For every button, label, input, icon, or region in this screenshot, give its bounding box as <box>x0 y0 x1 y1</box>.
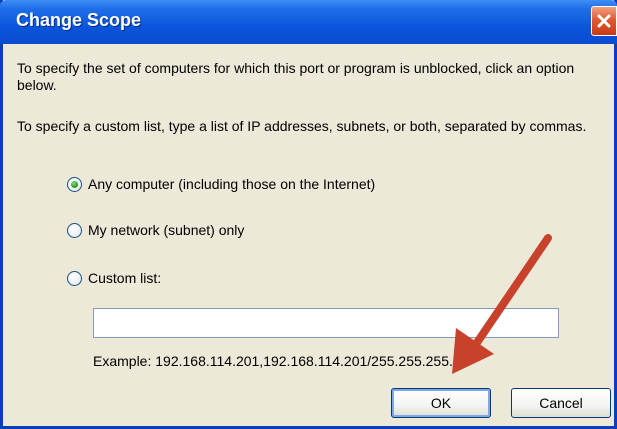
radio-custom-list[interactable]: Custom list: <box>67 268 161 288</box>
example-text: Example: 192.168.114.201,192.168.114.201… <box>93 353 461 369</box>
close-x-icon <box>597 14 611 28</box>
radio-any-computer[interactable]: Any computer (including those on the Int… <box>67 174 375 194</box>
ok-button[interactable]: OK <box>391 388 491 418</box>
dialog-title: Change Scope <box>16 10 142 30</box>
red-arrow-icon <box>452 234 552 374</box>
instruction-text: To specify the set of computers for whic… <box>17 60 575 93</box>
radio-button-selected[interactable] <box>67 176 82 192</box>
radio-my-network-label[interactable]: My network (subnet) only <box>88 222 244 238</box>
radio-button[interactable] <box>67 270 82 286</box>
custom-list-instruction-text: To specify a custom list, type a list of… <box>17 118 587 134</box>
close-button[interactable] <box>591 6 617 36</box>
title-bar[interactable]: Change Scope <box>0 0 617 44</box>
radio-custom-list-label[interactable]: Custom list: <box>88 270 161 286</box>
radio-my-network[interactable]: My network (subnet) only <box>67 220 244 240</box>
radio-any-computer-label[interactable]: Any computer (including those on the Int… <box>88 176 375 192</box>
cancel-button[interactable]: Cancel <box>511 388 611 418</box>
radio-button[interactable] <box>67 222 82 238</box>
